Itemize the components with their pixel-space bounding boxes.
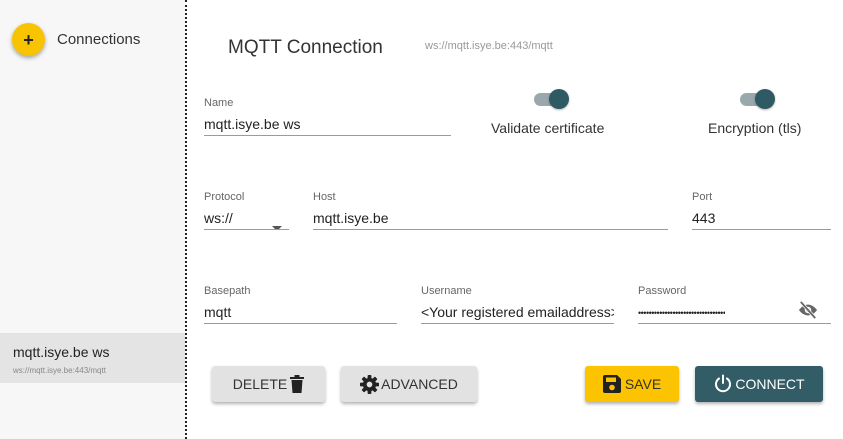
save-label: SAVE (624, 376, 662, 392)
name-label: Name (204, 97, 234, 109)
connection-list-item[interactable]: mqtt.isye.be ws ws://mqtt.isye.be:443/mq… (0, 333, 185, 383)
sidebar-divider[interactable] (185, 0, 187, 439)
basepath-input[interactable]: mqtt (204, 299, 397, 324)
caret-down-icon (272, 218, 282, 229)
toggle-thumb (549, 89, 569, 109)
password-masked-value: ••••••••••••••••••••••••••••••••• (638, 308, 726, 318)
protocol-label: Protocol (204, 191, 245, 203)
protocol-field[interactable]: Protocol ws:// (204, 191, 289, 230)
delete-button[interactable]: DELETE (212, 366, 325, 402)
username-field[interactable]: Username <Your registered emailaddress> (421, 285, 614, 324)
encryption-label: Encryption (tls) (708, 120, 802, 136)
add-connection-button[interactable]: + (12, 23, 45, 56)
name-field[interactable]: Name mqtt.isye.be ws (204, 97, 451, 136)
connection-item-name: mqtt.isye.be ws (13, 344, 110, 360)
advanced-label: ADVANCED (381, 376, 458, 392)
toggle-thumb (755, 89, 775, 109)
plus-icon: + (23, 29, 34, 50)
name-input[interactable]: mqtt.isye.be ws (204, 111, 451, 136)
floppy-disk-icon (602, 375, 621, 393)
validate-certificate-label: Validate certificate (491, 120, 605, 136)
password-input[interactable]: ••••••••••••••••••••••••••••••••• (638, 299, 831, 324)
protocol-select[interactable]: ws:// (204, 205, 289, 230)
connect-label: CONNECT (735, 376, 805, 392)
connections-heading: Connections (57, 31, 141, 48)
port-field[interactable]: Port 443 (692, 191, 831, 230)
username-label: Username (421, 285, 472, 297)
sidebar: + Connections mqtt.isye.be ws ws://mqtt.… (0, 0, 185, 439)
host-label: Host (313, 191, 336, 203)
connection-url: ws://mqtt.isye.be:443/mqtt (425, 40, 553, 52)
host-input[interactable]: mqtt.isye.be (313, 205, 668, 230)
basepath-field[interactable]: Basepath mqtt (204, 285, 397, 324)
basepath-label: Basepath (204, 285, 251, 297)
save-button[interactable]: SAVE (585, 366, 679, 402)
password-field[interactable]: Password •••••••••••••••••••••••••••••••… (638, 285, 831, 324)
username-input[interactable]: <Your registered emailaddress> (421, 299, 614, 324)
password-label: Password (638, 285, 687, 297)
connection-item-url: ws://mqtt.isye.be:443/mqtt (13, 366, 106, 375)
eye-off-icon[interactable] (797, 300, 819, 321)
port-input[interactable]: 443 (692, 205, 831, 230)
protocol-value: ws:// (204, 210, 233, 226)
advanced-button[interactable]: ADVANCED (341, 366, 477, 402)
gear-icon (360, 374, 380, 394)
power-icon (713, 374, 733, 394)
connect-button[interactable]: CONNECT (695, 366, 823, 402)
page-title: MQTT Connection (228, 37, 383, 58)
encryption-toggle[interactable] (740, 89, 776, 109)
validate-certificate-toggle[interactable] (534, 89, 570, 109)
host-field[interactable]: Host mqtt.isye.be (313, 191, 668, 230)
port-label: Port (692, 191, 713, 203)
delete-label: DELETE (232, 376, 288, 392)
trash-icon (290, 375, 305, 393)
